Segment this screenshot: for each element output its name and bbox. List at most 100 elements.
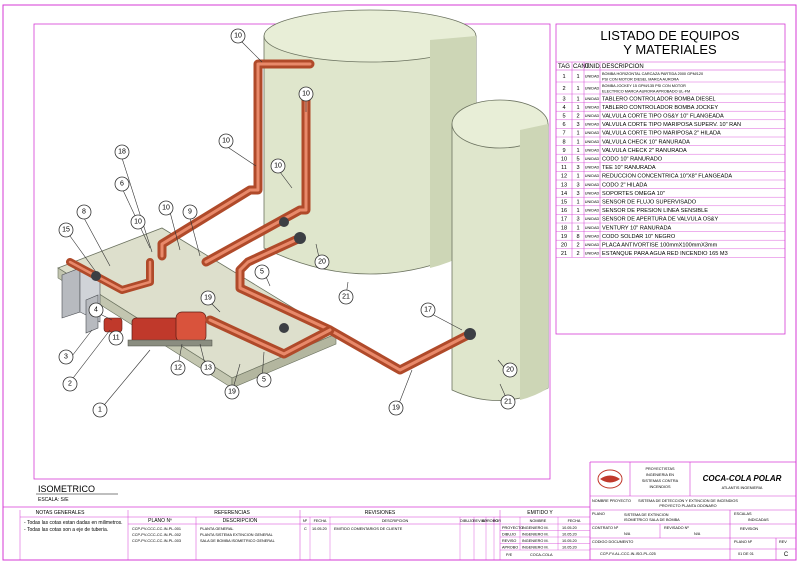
- issued-row-label: APROBO: [502, 546, 518, 550]
- materials-row-desc: PSI CON MOTOR DIESEL MARCA AURORA: [602, 77, 679, 81]
- materials-row-cant: 1: [576, 139, 579, 145]
- materials-row-desc: CODO SOLDAR 10" NEGRO: [602, 234, 676, 240]
- materials-row: 3 1 UNIDAD TABLERO CONTROLADOR BOMBA DIESEL: [562, 96, 715, 102]
- issued-row-label: PROYECTO: [502, 526, 523, 530]
- issued-table: EMITIDO Y NOMBRE FECHA PROYECTOINGENIERO…: [500, 462, 591, 560]
- materials-row-desc: VALVULA CHECK 10" RANURADA: [602, 139, 690, 145]
- issued-row-fecha: 10.05.20: [562, 526, 577, 530]
- isometric-title: ISOMETRICO: [38, 484, 95, 494]
- bubble-10-e: 10: [130, 214, 146, 230]
- revisions-columns: Nº FECHA DESCRIPCION DIBUJOREVISOAPROBOPOR: [303, 517, 501, 560]
- materials-row-unid: UNIDAD: [585, 140, 600, 144]
- valve-tank-2: [464, 328, 476, 340]
- reference-row-2-desc: PLANTA SISTEMA EXTINCION GENERAL: [200, 533, 273, 537]
- materials-row-desc: VENTURY 10" RANURADA: [602, 225, 672, 231]
- materials-row-tag: 3: [562, 96, 565, 102]
- materials-row-cant: 5: [576, 157, 579, 163]
- general-notes: NOTAS GENERALES - Todas las cotas estan …: [19, 510, 129, 560]
- materials-list-title-1: LISTADO DE EQUIPOS: [600, 28, 740, 43]
- bubble-19-c: 19: [388, 400, 404, 416]
- materials-row-cant: 1: [576, 200, 579, 206]
- materials-row: 9 1 UNIDAD VALVULA CHECK 2" RANURADA: [562, 148, 687, 154]
- materials-row-tag: 19: [561, 234, 567, 240]
- materials-row: 21 2 UNIDAD ESTANQUE PARA AGUA RED INCENDIO…: [561, 251, 728, 257]
- revision-row-1-fecha: 10.05.20: [312, 527, 327, 531]
- bubble-11: 11: [108, 330, 124, 346]
- materials-row: 13 3 UNIDAD CODO 2" HILADA: [561, 182, 648, 188]
- sheet-line-1: SISTEMA DE EXTINCION: [624, 513, 669, 517]
- issued-row-nombre: INGENIERO M.: [522, 546, 549, 550]
- client-name: COCA-COLA POLAR: [703, 474, 782, 483]
- svg-text:19: 19: [228, 389, 236, 396]
- issued-row-nombre: INGENIERO M.: [522, 539, 549, 543]
- svg-text:17: 17: [424, 307, 432, 314]
- materials-row-desc: ELECTRICO MARCA AURORA APROBADO UL-FM: [602, 89, 690, 93]
- reference-row-2-plano: CCP-PV-CCC-CC-IN-PL-002: [132, 533, 181, 537]
- materials-row-desc: CODO 2" HILADA: [602, 182, 647, 188]
- materials-row-tag: 16: [561, 208, 567, 214]
- footer-no: P/E: [506, 553, 513, 557]
- pump-body: [175, 311, 207, 343]
- rev-label: REV: [779, 540, 787, 544]
- company-line-4: INCENDIOS: [649, 485, 671, 489]
- materials-row-tag: 8: [562, 139, 565, 145]
- materials-row-tag: 18: [561, 225, 567, 231]
- tank-2-shade: [520, 124, 548, 400]
- materials-row: 7 1 UNIDAD VALVULA CORTE TIPO MARIPOSA 2" H…: [562, 131, 721, 137]
- materials-row-unid: UNIDAD: [585, 166, 600, 170]
- materials-row-unid: UNIDAD: [585, 183, 600, 187]
- references-table: REFERENCIAS PLANO Nº DESCRIPCION CCP-PV-…: [128, 510, 301, 560]
- materials-row-tag: 15: [561, 200, 567, 206]
- materials-row-desc: VALVULA CORTE TIPO MARIPOSA 2" HILADA: [602, 131, 721, 137]
- svg-text:21: 21: [342, 294, 350, 301]
- materials-row-tag: 13: [561, 182, 567, 188]
- company-line-3: SISTEMAS CONTRA: [642, 479, 679, 483]
- code-value: CCP-FV-AL-CCC-IN-ISO-PL-025: [600, 552, 656, 556]
- materials-row-cant: 1: [576, 225, 579, 231]
- materials-row-unid: UNIDAD: [585, 252, 600, 256]
- jockey-pump: [103, 317, 123, 333]
- contract-label: CONTRATO Nº: [592, 526, 619, 530]
- company-line-2: INGENIERIA EN: [646, 473, 674, 477]
- materials-row-cant: 1: [576, 86, 579, 92]
- bubble-5-b: 5: [254, 264, 270, 280]
- materials-row-unid: UNIDAD: [585, 75, 600, 79]
- bubble-6: 6: [114, 176, 130, 192]
- bubble-17: 17: [420, 302, 436, 318]
- svg-text:1: 1: [98, 407, 102, 414]
- svg-text:20: 20: [318, 259, 326, 266]
- issued-header: EMITIDO Y: [527, 510, 553, 516]
- isometric-view: 10 10 10 10 10 10 18 6 15 8 9 11 4 3 2 1…: [33, 9, 551, 503]
- svg-text:18: 18: [118, 149, 126, 156]
- bubble-8: 8: [76, 204, 92, 220]
- client-sub: ATLANTIS INGENIERIA: [722, 486, 763, 490]
- materials-row-unid: UNIDAD: [585, 174, 600, 178]
- contract-value: N/A: [624, 532, 631, 536]
- project-line-2: PROYECTO PLANTA ODONARO: [659, 504, 716, 508]
- materials-row-tag: 2: [562, 86, 565, 92]
- materials-row-tag: 4: [562, 105, 565, 111]
- materials-row-desc: PLACA ANTIVORTISE 100mmX100mmX3mm: [602, 243, 718, 249]
- materials-row-tag: 12: [561, 174, 567, 180]
- bubble-5-a: 5: [256, 372, 272, 388]
- bubble-21-a: 21: [338, 289, 354, 305]
- bubble-20-b: 20: [502, 362, 518, 378]
- materials-row-tag: 14: [561, 191, 567, 197]
- svg-text:5: 5: [260, 269, 264, 276]
- materials-row-unid: UNIDAD: [585, 105, 600, 109]
- materials-row-desc: VALVULA CHECK 2" RANURADA: [602, 148, 687, 154]
- materials-row-tag: 6: [562, 122, 565, 128]
- materials-row: 4 1 UNIDAD TABLERO CONTROLADOR BOMBA JOCKEY: [562, 105, 718, 111]
- svg-text:10: 10: [134, 219, 142, 226]
- revision-label: REVISION: [740, 527, 758, 531]
- bubble-1: 1: [92, 402, 108, 418]
- bubble-21-b: 21: [500, 394, 516, 410]
- bubble-2: 2: [62, 376, 78, 392]
- footer-code: COCA-COLA: [530, 553, 553, 557]
- materials-row-cant: 1: [576, 208, 579, 214]
- svg-text:10: 10: [222, 138, 230, 145]
- materials-row-cant: 3: [576, 217, 579, 223]
- references-col-desc: DESCRIPCION: [223, 518, 258, 524]
- svg-text:11: 11: [112, 335, 119, 342]
- materials-row-cant: 3: [576, 182, 579, 188]
